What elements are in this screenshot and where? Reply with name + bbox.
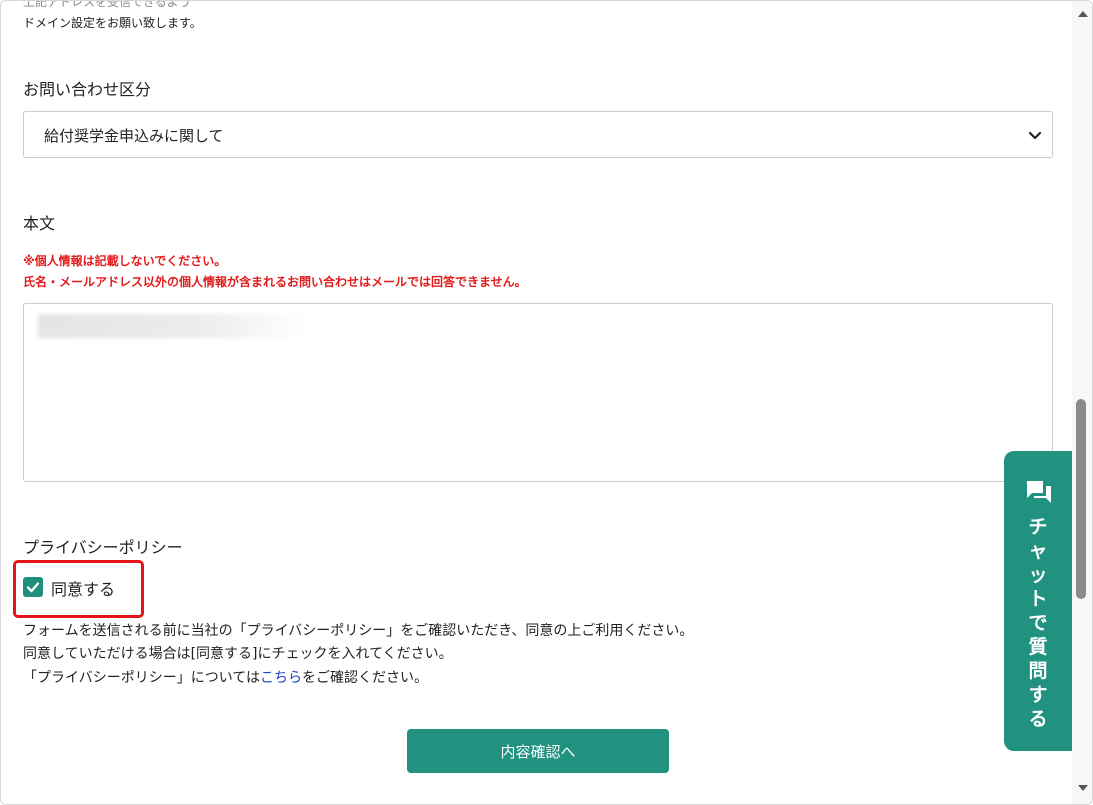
privacy-info-1: フォームを送信される前に当社の「プライバシーポリシー」をご確認いただき、同意の上… — [23, 623, 694, 639]
privacy-warning-1: ※個人情報は記載しないでください。 — [23, 254, 227, 268]
scroll-up-arrow-icon[interactable] — [1078, 11, 1088, 17]
chat-tab-char: ッ — [1028, 564, 1048, 586]
chat-tab-char: ト — [1028, 588, 1048, 610]
privacy-info-3-prefix: 「プライバシーポリシー」については — [23, 670, 261, 686]
scroll-down-arrow-icon[interactable] — [1078, 785, 1088, 791]
chat-tab-char: る — [1028, 708, 1048, 730]
privacy-warning-2: 氏名・メールアドレス以外の個人情報が含まれるお問い合わせはメールでは回答できませ… — [23, 275, 527, 289]
chat-tab-char: で — [1028, 612, 1048, 634]
body-label: 本文 — [23, 214, 56, 233]
checkmark-icon — [26, 582, 40, 593]
chat-question-tab[interactable]: チャットで質問する — [1004, 451, 1072, 751]
chat-tab-char: ャ — [1028, 540, 1048, 562]
body-textarea[interactable] — [23, 303, 1053, 482]
agree-checkbox[interactable] — [23, 577, 43, 597]
privacy-policy-link[interactable]: こちら — [260, 670, 302, 686]
agree-label[interactable]: 同意する — [51, 576, 115, 600]
page-frame: 上記アドレスを受信できるよう ドメイン設定をお願い致します。 お問い合わせ区分 … — [0, 0, 1093, 805]
chat-bubbles-icon — [1027, 481, 1051, 503]
vertical-scrollbar[interactable] — [1072, 1, 1092, 804]
scrollbar-thumb[interactable] — [1076, 399, 1086, 599]
chevron-down-icon — [1028, 131, 1042, 140]
redacted-text — [38, 314, 308, 338]
privacy-info-2: 同意していただける場合は[同意する]にチェックを入れてください。 — [23, 646, 453, 662]
chat-tab-char: 問 — [1028, 660, 1048, 682]
chat-tab-label: チャットで質問する — [1004, 515, 1072, 731]
inquiry-category-select[interactable]: 給付奨学金申込みに関して — [23, 111, 1053, 158]
chat-tab-char: す — [1028, 684, 1048, 706]
privacy-info-3: 「プライバシーポリシー」についてはこちらをご確認ください。 — [23, 667, 428, 687]
privacy-policy-label: プライバシーポリシー — [23, 538, 183, 557]
chat-tab-char: 質 — [1028, 636, 1048, 658]
domain-setting-note: ドメイン設定をお願い致します。 — [23, 16, 202, 30]
inquiry-category-value: 給付奨学金申込みに関して — [44, 127, 224, 145]
privacy-info-3-suffix: をご確認ください。 — [302, 670, 429, 686]
clipped-text: 上記アドレスを受信できるよう — [23, 0, 191, 9]
confirm-button[interactable]: 内容確認へ — [407, 729, 669, 773]
inquiry-category-label: お問い合わせ区分 — [23, 80, 152, 99]
chat-tab-char: チ — [1028, 516, 1048, 538]
